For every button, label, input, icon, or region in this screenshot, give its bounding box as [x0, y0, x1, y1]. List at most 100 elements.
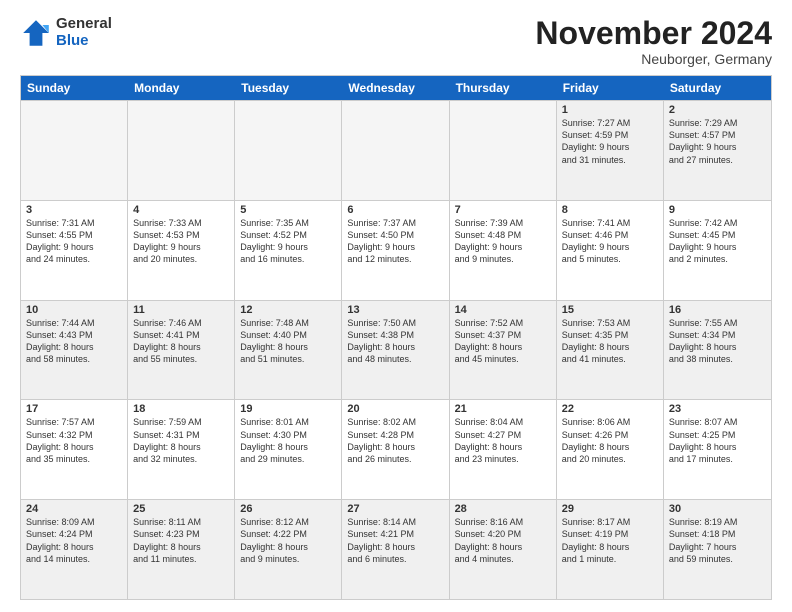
cal-cell — [342, 101, 449, 200]
location: Neuborger, Germany — [535, 51, 772, 67]
cal-cell — [450, 101, 557, 200]
calendar: SundayMondayTuesdayWednesdayThursdayFrid… — [20, 75, 772, 600]
day-number: 15 — [562, 304, 658, 316]
day-info: Sunrise: 8:09 AM Sunset: 4:24 PM Dayligh… — [26, 516, 122, 565]
cal-row: 10Sunrise: 7:44 AM Sunset: 4:43 PM Dayli… — [21, 300, 771, 400]
cal-cell: 19Sunrise: 8:01 AM Sunset: 4:30 PM Dayli… — [235, 400, 342, 499]
day-number: 27 — [347, 503, 443, 515]
logo-blue: Blue — [56, 33, 112, 50]
cal-cell: 20Sunrise: 8:02 AM Sunset: 4:28 PM Dayli… — [342, 400, 449, 499]
day-number: 12 — [240, 304, 336, 316]
day-number: 2 — [669, 104, 766, 116]
cal-cell: 27Sunrise: 8:14 AM Sunset: 4:21 PM Dayli… — [342, 500, 449, 599]
cal-cell: 23Sunrise: 8:07 AM Sunset: 4:25 PM Dayli… — [664, 400, 771, 499]
day-number: 23 — [669, 403, 766, 415]
cal-cell: 21Sunrise: 8:04 AM Sunset: 4:27 PM Dayli… — [450, 400, 557, 499]
cal-row: 24Sunrise: 8:09 AM Sunset: 4:24 PM Dayli… — [21, 499, 771, 599]
header-day-saturday: Saturday — [664, 76, 771, 100]
day-info: Sunrise: 7:48 AM Sunset: 4:40 PM Dayligh… — [240, 317, 336, 366]
day-info: Sunrise: 7:44 AM Sunset: 4:43 PM Dayligh… — [26, 317, 122, 366]
day-number: 9 — [669, 204, 766, 216]
cal-cell — [21, 101, 128, 200]
cal-cell: 2Sunrise: 7:29 AM Sunset: 4:57 PM Daylig… — [664, 101, 771, 200]
calendar-header: SundayMondayTuesdayWednesdayThursdayFrid… — [21, 76, 771, 100]
day-info: Sunrise: 8:17 AM Sunset: 4:19 PM Dayligh… — [562, 516, 658, 565]
cal-cell — [128, 101, 235, 200]
logo: General Blue — [20, 16, 112, 49]
header: General Blue November 2024 Neuborger, Ge… — [20, 16, 772, 67]
cal-cell: 7Sunrise: 7:39 AM Sunset: 4:48 PM Daylig… — [450, 201, 557, 300]
cal-cell: 12Sunrise: 7:48 AM Sunset: 4:40 PM Dayli… — [235, 301, 342, 400]
cal-cell: 9Sunrise: 7:42 AM Sunset: 4:45 PM Daylig… — [664, 201, 771, 300]
day-info: Sunrise: 8:07 AM Sunset: 4:25 PM Dayligh… — [669, 416, 766, 465]
header-day-thursday: Thursday — [450, 76, 557, 100]
day-info: Sunrise: 7:52 AM Sunset: 4:37 PM Dayligh… — [455, 317, 551, 366]
day-number: 22 — [562, 403, 658, 415]
day-info: Sunrise: 8:01 AM Sunset: 4:30 PM Dayligh… — [240, 416, 336, 465]
cal-cell: 22Sunrise: 8:06 AM Sunset: 4:26 PM Dayli… — [557, 400, 664, 499]
day-info: Sunrise: 7:57 AM Sunset: 4:32 PM Dayligh… — [26, 416, 122, 465]
day-info: Sunrise: 8:06 AM Sunset: 4:26 PM Dayligh… — [562, 416, 658, 465]
cal-cell: 14Sunrise: 7:52 AM Sunset: 4:37 PM Dayli… — [450, 301, 557, 400]
cal-cell: 18Sunrise: 7:59 AM Sunset: 4:31 PM Dayli… — [128, 400, 235, 499]
day-number: 24 — [26, 503, 122, 515]
day-info: Sunrise: 8:04 AM Sunset: 4:27 PM Dayligh… — [455, 416, 551, 465]
day-number: 8 — [562, 204, 658, 216]
cal-cell: 13Sunrise: 7:50 AM Sunset: 4:38 PM Dayli… — [342, 301, 449, 400]
day-number: 16 — [669, 304, 766, 316]
day-info: Sunrise: 7:29 AM Sunset: 4:57 PM Dayligh… — [669, 117, 766, 166]
logo-icon — [20, 17, 52, 49]
cal-cell: 26Sunrise: 8:12 AM Sunset: 4:22 PM Dayli… — [235, 500, 342, 599]
cal-cell — [235, 101, 342, 200]
day-info: Sunrise: 8:19 AM Sunset: 4:18 PM Dayligh… — [669, 516, 766, 565]
day-number: 17 — [26, 403, 122, 415]
header-day-wednesday: Wednesday — [342, 76, 449, 100]
cal-row: 3Sunrise: 7:31 AM Sunset: 4:55 PM Daylig… — [21, 200, 771, 300]
cal-cell: 4Sunrise: 7:33 AM Sunset: 4:53 PM Daylig… — [128, 201, 235, 300]
day-number: 7 — [455, 204, 551, 216]
cal-cell: 1Sunrise: 7:27 AM Sunset: 4:59 PM Daylig… — [557, 101, 664, 200]
cal-cell: 5Sunrise: 7:35 AM Sunset: 4:52 PM Daylig… — [235, 201, 342, 300]
title-area: November 2024 Neuborger, Germany — [535, 16, 772, 67]
day-number: 10 — [26, 304, 122, 316]
day-info: Sunrise: 7:35 AM Sunset: 4:52 PM Dayligh… — [240, 217, 336, 266]
cal-cell: 28Sunrise: 8:16 AM Sunset: 4:20 PM Dayli… — [450, 500, 557, 599]
day-info: Sunrise: 7:46 AM Sunset: 4:41 PM Dayligh… — [133, 317, 229, 366]
day-number: 29 — [562, 503, 658, 515]
day-number: 19 — [240, 403, 336, 415]
cal-cell: 16Sunrise: 7:55 AM Sunset: 4:34 PM Dayli… — [664, 301, 771, 400]
cal-cell: 10Sunrise: 7:44 AM Sunset: 4:43 PM Dayli… — [21, 301, 128, 400]
cal-cell: 11Sunrise: 7:46 AM Sunset: 4:41 PM Dayli… — [128, 301, 235, 400]
logo-text: General Blue — [56, 16, 112, 49]
day-info: Sunrise: 7:42 AM Sunset: 4:45 PM Dayligh… — [669, 217, 766, 266]
day-info: Sunrise: 7:59 AM Sunset: 4:31 PM Dayligh… — [133, 416, 229, 465]
day-info: Sunrise: 7:50 AM Sunset: 4:38 PM Dayligh… — [347, 317, 443, 366]
day-info: Sunrise: 7:37 AM Sunset: 4:50 PM Dayligh… — [347, 217, 443, 266]
day-number: 28 — [455, 503, 551, 515]
header-day-friday: Friday — [557, 76, 664, 100]
day-number: 21 — [455, 403, 551, 415]
day-info: Sunrise: 7:41 AM Sunset: 4:46 PM Dayligh… — [562, 217, 658, 266]
day-number: 20 — [347, 403, 443, 415]
cal-cell: 3Sunrise: 7:31 AM Sunset: 4:55 PM Daylig… — [21, 201, 128, 300]
day-number: 14 — [455, 304, 551, 316]
logo-general: General — [56, 16, 112, 33]
cal-cell: 8Sunrise: 7:41 AM Sunset: 4:46 PM Daylig… — [557, 201, 664, 300]
day-number: 18 — [133, 403, 229, 415]
header-day-monday: Monday — [128, 76, 235, 100]
day-info: Sunrise: 7:53 AM Sunset: 4:35 PM Dayligh… — [562, 317, 658, 366]
cal-row: 1Sunrise: 7:27 AM Sunset: 4:59 PM Daylig… — [21, 100, 771, 200]
day-number: 25 — [133, 503, 229, 515]
day-info: Sunrise: 7:39 AM Sunset: 4:48 PM Dayligh… — [455, 217, 551, 266]
header-day-sunday: Sunday — [21, 76, 128, 100]
day-number: 11 — [133, 304, 229, 316]
cal-cell: 25Sunrise: 8:11 AM Sunset: 4:23 PM Dayli… — [128, 500, 235, 599]
calendar-body: 1Sunrise: 7:27 AM Sunset: 4:59 PM Daylig… — [21, 100, 771, 599]
cal-cell: 30Sunrise: 8:19 AM Sunset: 4:18 PM Dayli… — [664, 500, 771, 599]
day-number: 30 — [669, 503, 766, 515]
page: General Blue November 2024 Neuborger, Ge… — [0, 0, 792, 612]
cal-cell: 17Sunrise: 7:57 AM Sunset: 4:32 PM Dayli… — [21, 400, 128, 499]
day-info: Sunrise: 7:31 AM Sunset: 4:55 PM Dayligh… — [26, 217, 122, 266]
cal-cell: 29Sunrise: 8:17 AM Sunset: 4:19 PM Dayli… — [557, 500, 664, 599]
day-info: Sunrise: 8:16 AM Sunset: 4:20 PM Dayligh… — [455, 516, 551, 565]
